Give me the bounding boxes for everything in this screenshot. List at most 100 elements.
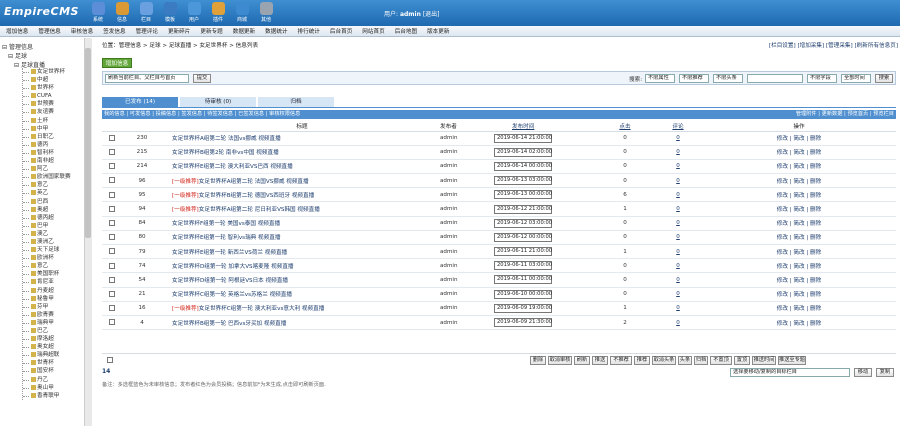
tree-item[interactable]: 日职乙 xyxy=(23,133,71,141)
sidebar-scroll-thumb[interactable] xyxy=(85,48,91,238)
bottom-btn-4[interactable]: 不推荐 xyxy=(610,356,632,365)
row-publisher[interactable]: admin xyxy=(432,173,490,189)
tree-item[interactable]: 土杯 xyxy=(23,117,71,125)
row-comments-link[interactable]: 0 xyxy=(676,263,680,269)
row-ops[interactable]: 修改 | 简改 | 删除 xyxy=(702,216,896,231)
add-info-button[interactable]: 增加信息 xyxy=(102,58,132,68)
tree-item[interactable]: 澳洲乙 xyxy=(23,238,71,246)
row-ops[interactable]: 修改 | 简改 | 删除 xyxy=(702,201,896,217)
search-button[interactable]: 搜索 xyxy=(875,74,893,83)
row-title-link[interactable]: 女足世界杯B组第2轮 南非vs中国 视频直播 xyxy=(172,150,279,156)
menu-item[interactable]: 增加信息 xyxy=(6,27,28,35)
row-comments-link[interactable]: 0 xyxy=(676,291,680,297)
menu-item[interactable]: 签发信息 xyxy=(103,27,125,35)
row-time-input[interactable]: 2019-06-11 03:00:00 xyxy=(494,261,552,271)
row-publisher[interactable]: admin xyxy=(432,301,490,316)
row-publisher[interactable]: admin xyxy=(432,230,490,246)
tree-item[interactable]: 香青联甲 xyxy=(23,392,71,400)
row-comments-link[interactable]: 0 xyxy=(676,149,680,155)
tree-item[interactable]: 肯尼亚 xyxy=(23,278,71,286)
tree-item[interactable]: 欧洲国家联赛 xyxy=(23,173,71,181)
row-comments-link[interactable]: 0 xyxy=(676,220,680,226)
tree-item[interactable]: 瑞典超联 xyxy=(23,351,71,359)
row-time-input[interactable]: 2019-06-13 03:00:00 xyxy=(494,176,552,186)
row-title-link[interactable]: 女足世界杯C组第一轮 英格兰vs苏格兰 视频直播 xyxy=(172,292,292,298)
tree-item[interactable]: 南非超 xyxy=(23,157,71,165)
row-checkbox[interactable] xyxy=(109,149,115,156)
row-checkbox[interactable] xyxy=(109,205,115,212)
row-checkbox[interactable] xyxy=(109,248,115,255)
row-time-input[interactable]: 2019-06-14 02:00:00 xyxy=(494,147,552,157)
row-checkbox[interactable] xyxy=(109,276,115,283)
tab-1[interactable]: 待审核 (0) xyxy=(180,97,256,107)
menu-item[interactable]: 排行统计 xyxy=(298,27,320,35)
bottom-btn-3[interactable]: 推送 xyxy=(592,356,608,365)
row-comments-link[interactable]: 0 xyxy=(676,277,680,283)
sub-links-right[interactable]: 管理附件 | 更新数据 | 预览首页 | 预览栏目 xyxy=(796,110,894,119)
top-nav-column[interactable]: 栏目 xyxy=(134,2,158,24)
tree-item[interactable]: 摩洛超 xyxy=(23,335,71,343)
tree-item[interactable]: 奥超 xyxy=(23,206,71,214)
row-ops[interactable]: 修改 | 简改 | 删除 xyxy=(702,287,896,302)
tree-item[interactable]: 中超 xyxy=(23,76,71,84)
row-ops[interactable]: 修改 | 简改 | 删除 xyxy=(702,315,896,331)
row-publisher[interactable]: admin xyxy=(432,159,490,175)
row-comments-link[interactable]: 0 xyxy=(676,163,680,169)
tree-item[interactable]: 德丙超 xyxy=(23,214,71,222)
menu-item[interactable]: 更新碎片 xyxy=(168,27,190,35)
menu-item[interactable]: 数据更新 xyxy=(233,27,255,35)
row-ops[interactable]: 修改 | 简改 | 删除 xyxy=(702,258,896,274)
tree-item[interactable]: 智利杯 xyxy=(23,149,71,157)
headline-select[interactable]: 不限头条 xyxy=(713,74,743,83)
menu-item[interactable]: 管理信息 xyxy=(38,27,60,35)
row-time-input[interactable]: 2019-06-09 21:30:00 xyxy=(494,318,552,328)
row-checkbox[interactable] xyxy=(109,319,115,326)
row-title-link[interactable]: 女足世界杯C组第一轮 澳大利亚vs意大利 视频直播 xyxy=(199,306,325,312)
row-ops[interactable]: 修改 | 简改 | 删除 xyxy=(702,159,896,175)
row-ops[interactable]: 修改 | 简改 | 删除 xyxy=(702,301,896,316)
row-checkbox[interactable] xyxy=(109,191,115,198)
row-title-link[interactable]: 女足世界杯A组第二轮 法国VS挪威 视频直播 xyxy=(199,179,309,185)
row-checkbox[interactable] xyxy=(109,262,115,269)
row-time-input[interactable]: 2019-06-11 21:00:00 xyxy=(494,247,552,257)
menu-item[interactable]: 版本更新 xyxy=(427,27,449,35)
row-ops[interactable]: 修改 | 简改 | 删除 xyxy=(702,131,896,146)
bottom-btn-6[interactable]: 取消头条 xyxy=(652,356,676,365)
top-nav-gear[interactable]: 系统 xyxy=(86,2,110,24)
menu-item[interactable]: 管理评论 xyxy=(136,27,158,35)
row-comments-link[interactable]: 0 xyxy=(676,206,680,212)
menu-item[interactable]: 审核信息 xyxy=(71,27,93,35)
row-title-link[interactable]: 女足世界杯D组第一轮 阿根廷VS日本 视频直播 xyxy=(172,278,288,284)
row-checkbox[interactable] xyxy=(109,177,115,184)
row-checkbox[interactable] xyxy=(109,234,115,241)
tab-0[interactable]: 已发布 (14) xyxy=(102,97,178,107)
row-comments-link[interactable]: 0 xyxy=(676,234,680,240)
row-comments-link[interactable]: 0 xyxy=(676,249,680,255)
menu-item[interactable]: 更新专题 xyxy=(200,27,222,35)
tree-item[interactable]: 瑞典甲 xyxy=(23,319,71,327)
row-title-link[interactable]: 女足世界杯B组第一轮 巴西vs牙买加 视频直播 xyxy=(172,321,286,327)
tree-item[interactable]: 欧青赛 xyxy=(23,311,71,319)
row-publisher[interactable]: admin xyxy=(432,272,490,288)
tree-item[interactable]: 奥山甲 xyxy=(23,384,71,392)
bottom-btn-1[interactable]: 取消审核 xyxy=(548,356,572,365)
row-title-link[interactable]: 女足世界杯B组第二轮 德国VS西班牙 视频直播 xyxy=(199,193,314,199)
row-publisher[interactable]: admin xyxy=(432,145,490,160)
move-button[interactable]: 移动 xyxy=(854,368,872,377)
recommend-select[interactable]: 不限推荐 xyxy=(679,74,709,83)
col-clicks-label[interactable]: 点击 xyxy=(619,124,630,130)
row-comments-link[interactable]: 0 xyxy=(676,135,680,141)
tree-item[interactable]: 澳乙 xyxy=(23,230,71,238)
tree-item[interactable]: 美国职杯 xyxy=(23,270,71,278)
row-checkbox[interactable] xyxy=(109,305,115,312)
row-ops[interactable]: 修改 | 简改 | 删除 xyxy=(702,173,896,189)
row-title-link[interactable]: 女足世界杯E组第二轮 澳大利亚VS巴西 视频直播 xyxy=(172,164,293,170)
tree-item[interactable]: 阿乙 xyxy=(23,165,71,173)
bottom-btn-5[interactable]: 推荐 xyxy=(634,356,650,365)
row-time-input[interactable]: 2019-06-14 00:00:00 xyxy=(494,161,552,171)
row-ops[interactable]: 修改 | 简改 | 删除 xyxy=(702,244,896,260)
row-publisher[interactable]: admin xyxy=(432,244,490,260)
row-time-input[interactable]: 2019-06-13 00:00:00 xyxy=(494,190,552,200)
bottom-btn-10[interactable]: 置顶 xyxy=(734,356,750,365)
top-right-links[interactable]: [栏目设置] [增加采集] [管理采集] [刷新所有信息页] xyxy=(769,41,898,49)
